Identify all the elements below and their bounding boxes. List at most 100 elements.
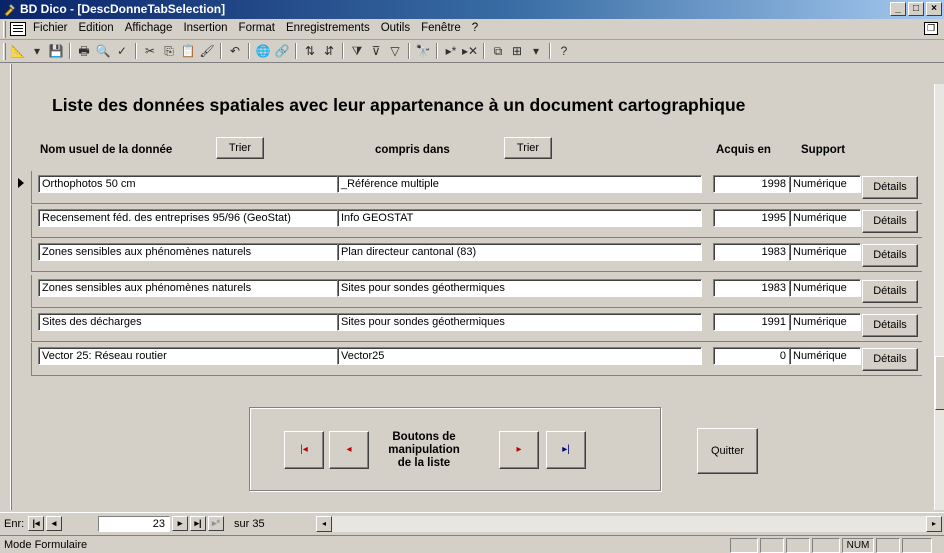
status-panel bbox=[812, 538, 840, 553]
filter-by-selection-icon[interactable]: ⧩ bbox=[349, 43, 365, 59]
next-record-button[interactable]: ▸ bbox=[499, 431, 539, 469]
sort-ascending-icon[interactable]: ⇅ bbox=[302, 43, 318, 59]
menu-fichier[interactable]: Fichier bbox=[32, 22, 69, 34]
year-field[interactable]: 0 bbox=[713, 347, 790, 365]
support-field[interactable]: Numérique bbox=[789, 313, 861, 331]
document-field[interactable]: Info GEOSTAT bbox=[337, 209, 702, 227]
support-field[interactable]: Numérique bbox=[789, 209, 861, 227]
help-icon[interactable]: ? bbox=[556, 43, 572, 59]
cut-icon[interactable]: ✂ bbox=[142, 43, 158, 59]
document-field[interactable]: Sites pour sondes géothermiques bbox=[337, 279, 702, 297]
first-record-nav-button[interactable]: |◂ bbox=[28, 516, 44, 531]
details-button[interactable]: Détails bbox=[862, 210, 918, 233]
support-field[interactable]: Numérique bbox=[789, 175, 861, 193]
hyperlink-icon[interactable]: 🌐 bbox=[255, 43, 271, 59]
year-field[interactable]: 1983 bbox=[713, 243, 790, 261]
record-selector[interactable] bbox=[12, 343, 32, 376]
new-record-icon[interactable]: ▸* bbox=[443, 43, 459, 59]
support-field[interactable]: Numérique bbox=[789, 243, 861, 261]
toolbar-grip[interactable] bbox=[3, 43, 6, 60]
menu-format[interactable]: Format bbox=[238, 22, 276, 34]
sort-name-button[interactable]: Trier bbox=[216, 137, 264, 159]
maximize-button[interactable]: □ bbox=[908, 2, 924, 16]
find-icon[interactable]: 🔭 bbox=[415, 43, 431, 59]
new-record-nav-button[interactable]: ▸* bbox=[208, 516, 224, 531]
year-field[interactable]: 1995 bbox=[713, 209, 790, 227]
data-name-field[interactable]: Zones sensibles aux phénomènes naturels bbox=[38, 243, 340, 261]
filter-by-form-icon[interactable]: ⊽ bbox=[368, 43, 384, 59]
save-icon[interactable]: 💾 bbox=[48, 43, 64, 59]
scroll-right-button[interactable]: ▸ bbox=[926, 516, 942, 532]
delete-record-icon[interactable]: ▸✕ bbox=[462, 43, 478, 59]
close-button[interactable]: × bbox=[926, 2, 942, 16]
year-field[interactable]: 1991 bbox=[713, 313, 790, 331]
status-mode: Mode Formulaire bbox=[4, 539, 88, 551]
data-name-field[interactable]: Orthophotos 50 cm bbox=[38, 175, 340, 193]
details-button[interactable]: Détails bbox=[862, 348, 918, 371]
menu-help[interactable]: ? bbox=[471, 22, 479, 34]
details-button[interactable]: Détails bbox=[862, 244, 918, 267]
menu-edition[interactable]: Edition bbox=[78, 22, 115, 34]
vertical-scrollbar[interactable] bbox=[934, 84, 944, 510]
next-record-nav-button[interactable]: ▸ bbox=[172, 516, 188, 531]
menu-insertion[interactable]: Insertion bbox=[182, 22, 228, 34]
print-icon[interactable]: 🖶 bbox=[76, 43, 92, 59]
document-field[interactable]: Plan directeur cantonal (83) bbox=[337, 243, 702, 261]
minimize-button[interactable]: _ bbox=[890, 2, 906, 16]
data-name-field[interactable]: Recensement féd. des entreprises 95/96 (… bbox=[38, 209, 340, 227]
print-preview-icon[interactable]: 🔍 bbox=[95, 43, 111, 59]
scroll-left-button[interactable]: ◂ bbox=[316, 516, 332, 532]
document-field[interactable]: _Référence multiple bbox=[337, 175, 702, 193]
record-row: Recensement féd. des entreprises 95/96 (… bbox=[12, 205, 922, 238]
status-panel bbox=[876, 538, 900, 553]
format-painter-icon[interactable]: 🖌 bbox=[199, 43, 215, 59]
undo-icon[interactable]: ↶ bbox=[227, 43, 243, 59]
year-field[interactable]: 1998 bbox=[713, 175, 790, 193]
details-button[interactable]: Détails bbox=[862, 280, 918, 303]
document-field[interactable]: Sites pour sondes géothermiques bbox=[337, 313, 702, 331]
data-name-field[interactable]: Sites des décharges bbox=[38, 313, 340, 331]
horizontal-scrollbar[interactable]: ◂ ▸ bbox=[316, 516, 942, 532]
menu-enregistrements[interactable]: Enregistrements bbox=[285, 22, 371, 34]
new-object-icon[interactable]: ⊞ bbox=[509, 43, 525, 59]
copy-icon[interactable]: ⎘ bbox=[161, 43, 177, 59]
quit-button[interactable]: Quitter bbox=[697, 428, 758, 474]
restore-document-button[interactable]: ❐ bbox=[924, 22, 938, 35]
menu-affichage[interactable]: Affichage bbox=[124, 22, 174, 34]
web-toolbar-icon[interactable]: 🔗 bbox=[274, 43, 290, 59]
document-field[interactable]: Vector25 bbox=[337, 347, 702, 365]
paste-icon[interactable]: 📋 bbox=[180, 43, 196, 59]
sort-descending-icon[interactable]: ⇵ bbox=[321, 43, 337, 59]
support-field[interactable]: Numérique bbox=[789, 347, 861, 365]
record-number-input[interactable]: 23 bbox=[98, 516, 170, 532]
dropdown-arrow-icon[interactable]: ▾ bbox=[29, 43, 45, 59]
header-acquired-in: Acquis en bbox=[716, 144, 771, 156]
record-selector[interactable] bbox=[12, 309, 32, 342]
sort-document-button[interactable]: Trier bbox=[504, 137, 552, 159]
menu-grip[interactable] bbox=[3, 21, 6, 38]
menu-fenetre[interactable]: Fenêtre bbox=[420, 22, 462, 34]
previous-record-button[interactable]: ◂ bbox=[329, 431, 369, 469]
menu-outils[interactable]: Outils bbox=[380, 22, 411, 34]
details-button[interactable]: Détails bbox=[862, 314, 918, 337]
dropdown-arrow-icon[interactable]: ▾ bbox=[528, 43, 544, 59]
first-record-button[interactable]: |◂ bbox=[284, 431, 324, 469]
support-field[interactable]: Numérique bbox=[789, 279, 861, 297]
details-button[interactable]: Détails bbox=[862, 176, 918, 199]
data-name-field[interactable]: Vector 25: Réseau routier bbox=[38, 347, 340, 365]
record-selector[interactable] bbox=[12, 239, 32, 272]
database-window-icon[interactable]: ⧉ bbox=[490, 43, 506, 59]
record-selector-current[interactable] bbox=[12, 171, 32, 204]
record-selector[interactable] bbox=[12, 275, 32, 308]
prev-record-nav-button[interactable]: ◂ bbox=[46, 516, 62, 531]
view-icon[interactable]: 📐 bbox=[10, 43, 26, 59]
record-selector[interactable] bbox=[12, 205, 32, 238]
vertical-scroll-thumb[interactable] bbox=[935, 356, 944, 410]
spelling-icon[interactable]: ✓ bbox=[114, 43, 130, 59]
year-field[interactable]: 1983 bbox=[713, 279, 790, 297]
apply-filter-icon[interactable]: ▽ bbox=[387, 43, 403, 59]
last-record-button[interactable]: ▸| bbox=[546, 431, 586, 469]
data-name-field[interactable]: Zones sensibles aux phénomènes naturels bbox=[38, 279, 340, 297]
last-record-nav-button[interactable]: ▸| bbox=[190, 516, 206, 531]
form-icon[interactable] bbox=[10, 22, 26, 36]
